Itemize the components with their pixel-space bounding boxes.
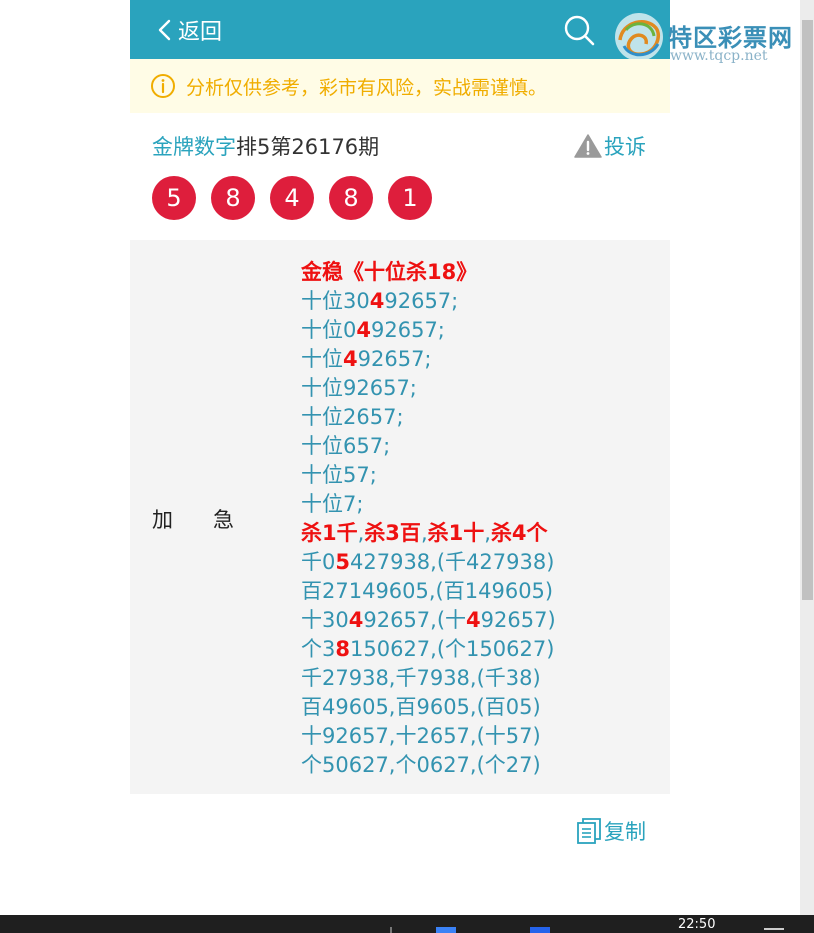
top-nav-bar: 返回 [130, 0, 670, 59]
plan-line: 十位30492657; [301, 289, 459, 313]
plan-line: 十92657,十2657,(十57) [301, 724, 541, 748]
plan-line: 十30492657,(十492657) [301, 608, 556, 632]
urgent-tag: 加急 [152, 508, 274, 532]
back-label: 返回 [178, 20, 223, 45]
copy-button[interactable]: 复制 [576, 816, 646, 846]
scrollbar-thumb[interactable] [802, 20, 813, 600]
plan-line: 百27149605,(百149605) [301, 579, 554, 603]
warning-triangle-icon [574, 134, 602, 158]
lottery-name-link[interactable]: 金牌数字 [152, 135, 236, 159]
site-logo-icon [615, 13, 663, 61]
taskbar-tray-icon[interactable] [764, 928, 784, 930]
plan-line: 个50627,个0627,(个27) [301, 753, 541, 777]
copy-label: 复制 [604, 820, 646, 844]
result-ball: 1 [388, 176, 432, 220]
plan-line: 个38150627,(个150627) [301, 637, 555, 661]
complain-label: 投诉 [604, 135, 646, 159]
plan-line: 十位92657; [301, 376, 417, 400]
search-icon[interactable] [562, 14, 596, 48]
copy-document-icon [577, 818, 601, 844]
issue-number: 排5第26176期 [236, 135, 380, 159]
complain-button[interactable]: 投诉 [574, 131, 646, 161]
plan-title: 金稳《十位杀18》 [301, 260, 478, 284]
plan-text: 金稳《十位杀18》 十位30492657; 十位0492657; 十位49265… [301, 258, 556, 780]
plan-line: 十位57; [301, 463, 377, 487]
plan-content-panel: 加急 金稳《十位杀18》 十位30492657; 十位0492657; 十位49… [130, 240, 670, 794]
back-button[interactable]: 返回 [154, 14, 222, 46]
result-ball: 8 [329, 176, 373, 220]
plan-line: 十位7; [301, 492, 364, 516]
plan-line: 十位2657; [301, 405, 404, 429]
plan-line: 千27938,千7938,(千38) [301, 666, 541, 690]
result-ball: 5 [152, 176, 196, 220]
info-circle-icon [151, 74, 175, 98]
plan-line: 十位492657; [301, 347, 432, 371]
os-taskbar: 22:50 [0, 915, 814, 933]
notice-text: 分析仅供参考，彩市有风险，实战需谨慎。 [186, 76, 548, 99]
plan-line: 十位657; [301, 434, 391, 458]
taskbar-app-icon[interactable] [436, 927, 456, 933]
kill-summary: 杀1千,杀3百,杀1十,杀4个 [301, 521, 548, 545]
site-watermark: 特区彩票网 www.tqcp.net [612, 6, 812, 66]
chevron-left-icon [158, 19, 171, 41]
site-url: www.tqcp.net [670, 48, 768, 64]
result-ball: 8 [211, 176, 255, 220]
plan-line: 千05427938,(千427938) [301, 550, 555, 574]
taskbar-app-icon[interactable] [530, 927, 550, 933]
result-ball: 4 [270, 176, 314, 220]
taskbar-divider [390, 927, 392, 933]
risk-notice-banner: 分析仅供参考，彩市有风险，实战需谨慎。 [130, 59, 670, 113]
taskbar-clock: 22:50 [678, 917, 716, 932]
plan-line: 十位0492657; [301, 318, 445, 342]
plan-line: 百49605,百9605,(百05) [301, 695, 541, 719]
draw-result-balls: 5 8 4 8 1 [152, 176, 432, 220]
issue-info: 金牌数字排5第26176期 [152, 131, 379, 161]
